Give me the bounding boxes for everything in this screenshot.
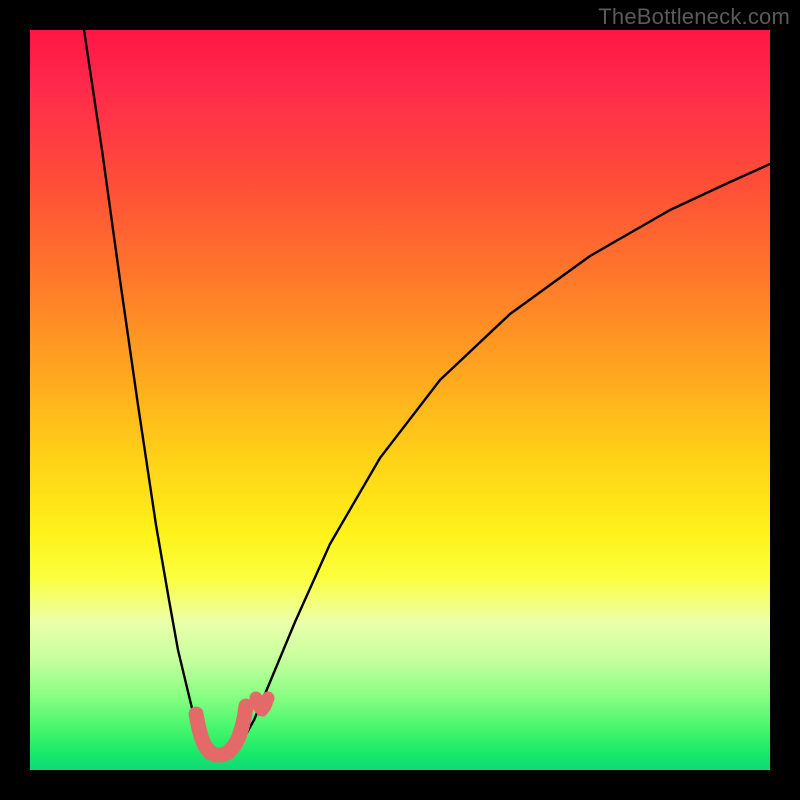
curve-left-branch: [84, 30, 203, 746]
right-knob-marker: [256, 698, 268, 710]
chart-frame: TheBottleneck.com: [0, 0, 800, 800]
curve-right-branch: [238, 164, 770, 746]
chart-svg: [30, 30, 770, 770]
chart-plot-area: [30, 30, 770, 770]
watermark-text: TheBottleneck.com: [598, 4, 790, 30]
valley-u-marker: [196, 706, 246, 755]
